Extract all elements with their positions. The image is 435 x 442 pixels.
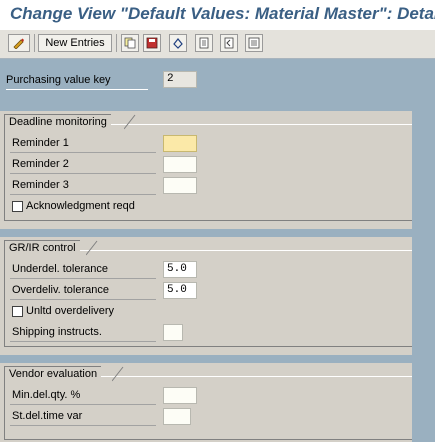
std-del-time-var-field[interactable]: [163, 408, 191, 425]
display-change-button[interactable]: [8, 34, 30, 52]
copy-icon: [124, 37, 136, 49]
group-frame-left: [4, 240, 5, 347]
title-bar: Change View "Default Values: Material Ma…: [0, 0, 435, 30]
application-toolbar: New Entries: [0, 30, 435, 59]
reminder-1-label: Reminder 1: [12, 137, 69, 149]
unltd-overdelivery-checkbox[interactable]: [12, 306, 23, 317]
group-tab-slant: [86, 240, 98, 256]
label-underline: [10, 152, 156, 153]
undo-button[interactable]: [169, 34, 187, 52]
overdeliv-tolerance-label: Overdeliv. tolerance: [12, 284, 110, 296]
previous-page-button[interactable]: [220, 34, 238, 52]
vertical-scrollbar[interactable]: [412, 59, 435, 442]
label-underline: [10, 173, 156, 174]
overdeliv-tolerance-field[interactable]: 5.0: [163, 282, 197, 299]
underdel-tolerance-field[interactable]: 5.0: [163, 261, 197, 278]
toolbar-separator: [34, 34, 35, 52]
glasses-pencil-icon: [13, 38, 24, 49]
vendor-evaluation-title: Vendor evaluation: [4, 366, 102, 382]
label-underline: [10, 194, 156, 195]
copy-button[interactable]: [121, 34, 139, 52]
new-entries-button[interactable]: New Entries: [38, 34, 112, 52]
save-icon: [146, 37, 158, 49]
shipping-instructs-label: Shipping instructs.: [12, 326, 102, 338]
reminder-2-label: Reminder 2: [12, 158, 69, 170]
undo-icon: [173, 38, 183, 49]
first-page-icon: [199, 37, 209, 49]
unltd-overdelivery-label: Unltd overdelivery: [26, 305, 115, 317]
vendor-evaluation-group: [4, 376, 412, 440]
group-frame-left: [4, 114, 5, 221]
reminder-3-field[interactable]: [163, 177, 197, 194]
std-del-time-var-label: St.del.time var: [12, 410, 83, 422]
grir-control-title: GR/IR control: [4, 240, 80, 256]
save-button[interactable]: [143, 34, 161, 52]
first-page-button[interactable]: [195, 34, 213, 52]
reminder-2-field[interactable]: [163, 156, 197, 173]
next-page-icon: [248, 37, 260, 49]
label-underline: [10, 299, 156, 300]
shipping-instructs-field[interactable]: [163, 324, 183, 341]
deadline-monitoring-title: Deadline monitoring: [4, 114, 111, 130]
section-band: [0, 355, 412, 363]
section-band: [0, 229, 412, 237]
group-tab-slant: [112, 366, 124, 382]
purchasing-value-key-field[interactable]: 2: [163, 71, 197, 88]
next-page-button[interactable]: [245, 34, 263, 52]
label-underline: [6, 89, 148, 90]
purchasing-value-key-label: Purchasing value key: [6, 74, 111, 86]
reminder-3-label: Reminder 3: [12, 179, 69, 191]
acknowledgment-reqd-checkbox[interactable]: [12, 201, 23, 212]
label-underline: [10, 404, 156, 405]
label-underline: [10, 341, 156, 342]
label-underline: [10, 278, 156, 279]
label-underline: [10, 425, 156, 426]
toolbar-separator: [116, 34, 117, 52]
acknowledgment-reqd-label: Acknowledgment reqd: [26, 200, 135, 212]
group-tab-slant: [124, 114, 136, 130]
min-del-qty-field[interactable]: [163, 387, 197, 404]
page-title: Change View "Default Values: Material Ma…: [10, 4, 435, 23]
underdel-tolerance-label: Underdel. tolerance: [12, 263, 109, 275]
reminder-1-field[interactable]: [163, 135, 197, 152]
previous-page-icon: [224, 37, 234, 49]
min-del-qty-label: Min.del.qty. %: [12, 389, 81, 401]
